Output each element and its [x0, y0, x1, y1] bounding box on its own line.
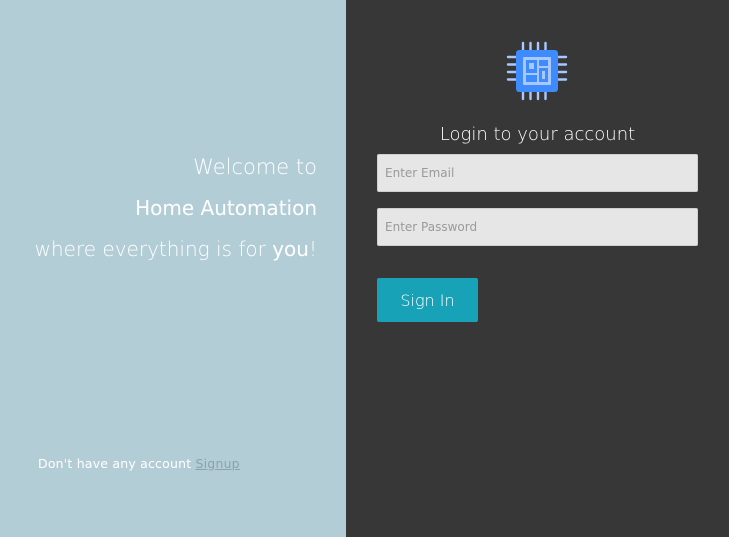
app-name: Home Automation [135, 196, 317, 220]
signup-row: Don't have any account Signup [38, 455, 240, 473]
page-frame: Welcome to Home Automation where everyth… [0, 0, 729, 537]
login-panel: Login to your account Sign In [346, 0, 729, 537]
signup-link[interactable]: Signup [196, 456, 240, 471]
signup-prompt: Don't have any account [38, 456, 192, 471]
login-title: Login to your account [439, 124, 636, 145]
email-field[interactable] [377, 154, 698, 192]
tagline-text: where everything is for [34, 237, 273, 261]
welcome-message: Welcome to Home Automation where everyth… [35, 152, 317, 264]
password-field[interactable] [377, 208, 698, 246]
welcome-line-1: Welcome to [193, 155, 317, 179]
tagline-emphasis: you [272, 237, 309, 261]
tagline-suffix: ! [308, 237, 317, 261]
sign-in-button[interactable]: Sign In [377, 278, 478, 322]
chip-icon [506, 41, 568, 101]
welcome-line-3: where everything is for you! [35, 234, 317, 264]
welcome-panel: Welcome to Home Automation where everyth… [0, 0, 346, 537]
